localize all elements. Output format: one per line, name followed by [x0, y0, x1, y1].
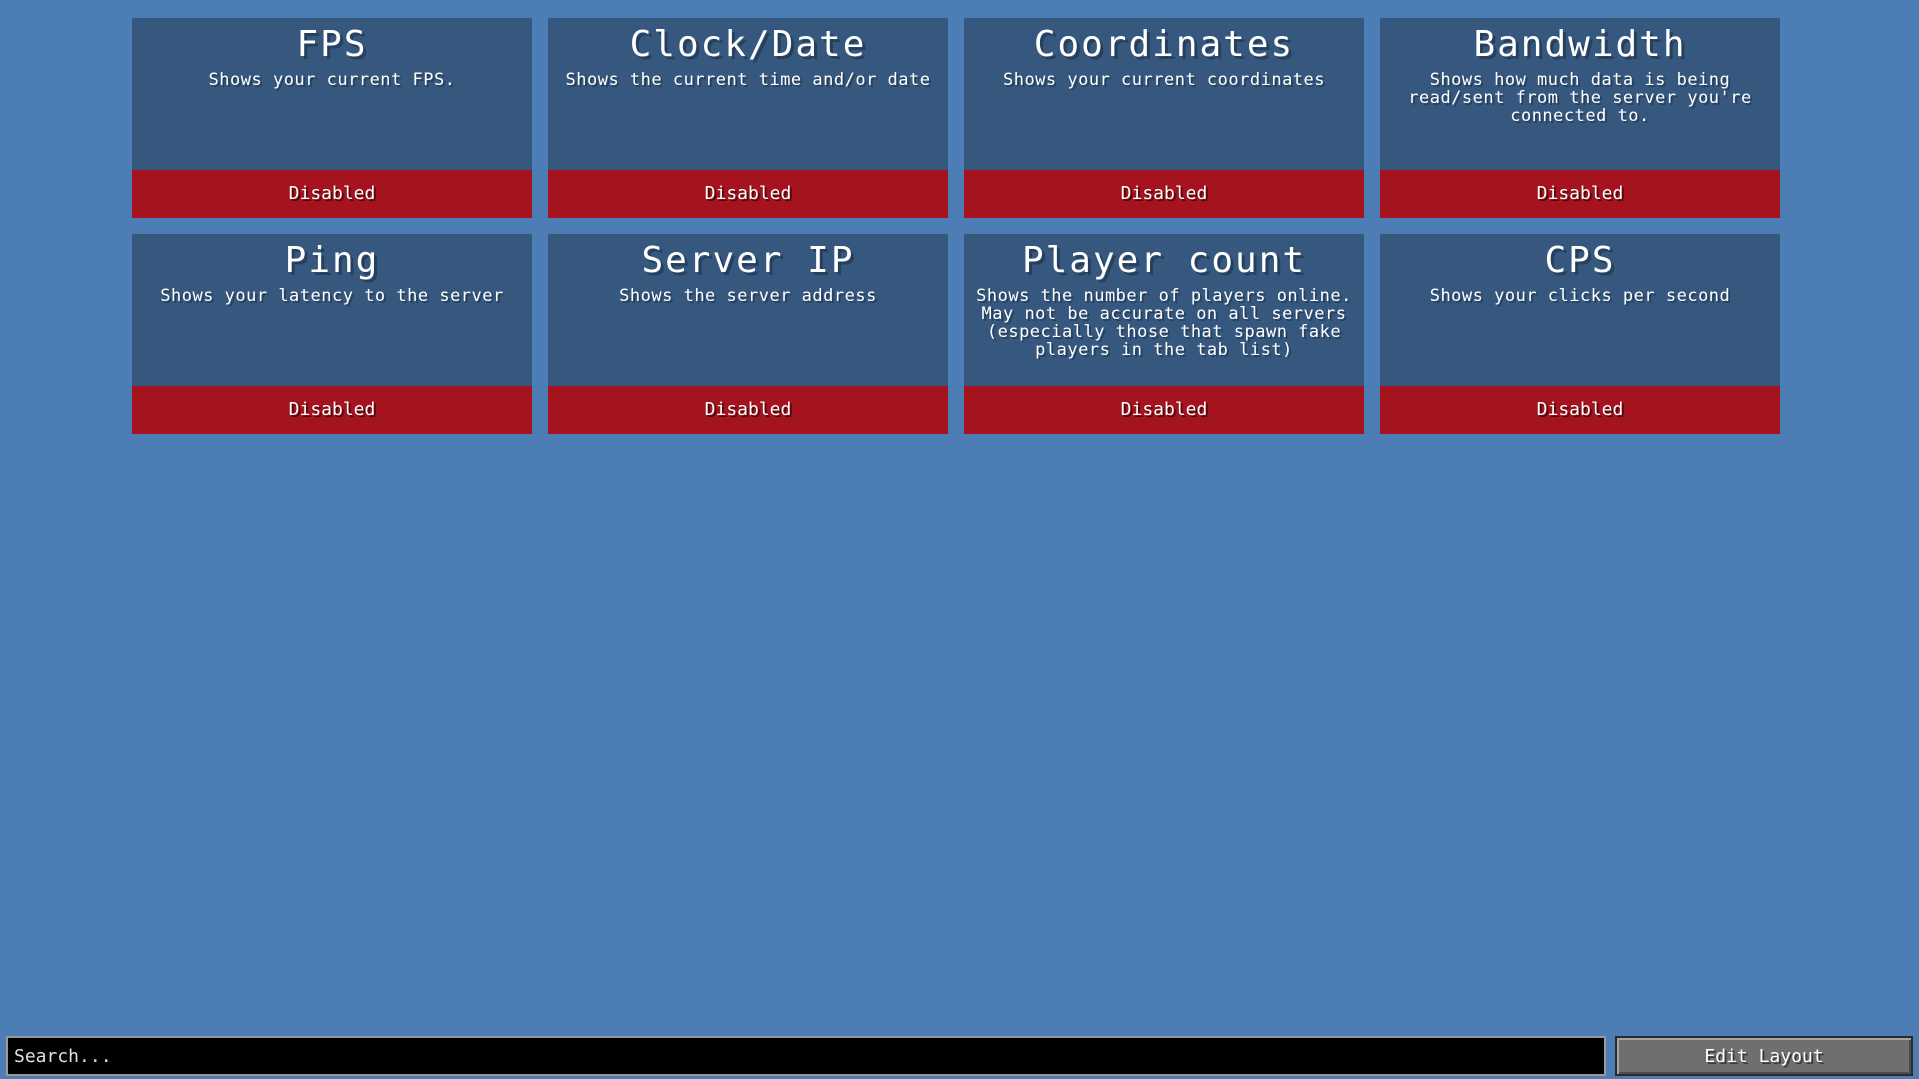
module-toggle-button[interactable]: Disabled [964, 170, 1364, 218]
module-card-ping: Ping Shows your latency to the server Di… [132, 234, 532, 434]
module-title: Player count [1021, 240, 1307, 281]
module-card-player-count: Player count Shows the number of players… [964, 234, 1364, 434]
module-description: Shows the current time and/or date [565, 70, 931, 90]
module-toggle-button[interactable]: Disabled [548, 386, 948, 434]
module-card-clock-date: Clock/Date Shows the current time and/or… [548, 18, 948, 218]
module-card-coordinates: Coordinates Shows your current coordinat… [964, 18, 1364, 218]
edit-layout-button[interactable]: Edit Layout [1615, 1036, 1913, 1076]
module-description: Shows your latency to the server [160, 286, 504, 306]
module-toggle-button[interactable]: Disabled [1380, 386, 1780, 434]
module-title: CPS [1544, 240, 1616, 281]
module-toggle-button[interactable]: Disabled [132, 386, 532, 434]
module-title: Bandwidth [1473, 24, 1687, 65]
search-input[interactable] [6, 1036, 1606, 1076]
module-title: Server IP [641, 240, 855, 281]
module-description: Shows the number of players online. May … [976, 286, 1352, 360]
module-toggle-button[interactable]: Disabled [548, 170, 948, 218]
module-toggle-button[interactable]: Disabled [1380, 170, 1780, 218]
module-title: Coordinates [1033, 24, 1295, 65]
module-title: Clock/Date [629, 24, 867, 65]
module-card-server-ip: Server IP Shows the server address Disab… [548, 234, 948, 434]
module-grid: FPS Shows your current FPS. Disabled Clo… [132, 18, 1781, 434]
module-card-cps: CPS Shows your clicks per second Disable… [1380, 234, 1780, 434]
module-description: Shows your clicks per second [1429, 286, 1731, 306]
module-description: Shows how much data is being read/sent f… [1408, 70, 1752, 126]
bottom-bar: Edit Layout [6, 1036, 1913, 1076]
module-toggle-button[interactable]: Disabled [132, 170, 532, 218]
module-toggle-button[interactable]: Disabled [964, 386, 1364, 434]
module-title: FPS [296, 24, 368, 65]
module-description: Shows your current coordinates [1002, 70, 1326, 90]
module-title: Ping [284, 240, 380, 281]
module-description: Shows your current FPS. [208, 70, 456, 90]
module-card-bandwidth: Bandwidth Shows how much data is being r… [1380, 18, 1780, 218]
module-description: Shows the server address [619, 286, 877, 306]
module-card-fps: FPS Shows your current FPS. Disabled [132, 18, 532, 218]
